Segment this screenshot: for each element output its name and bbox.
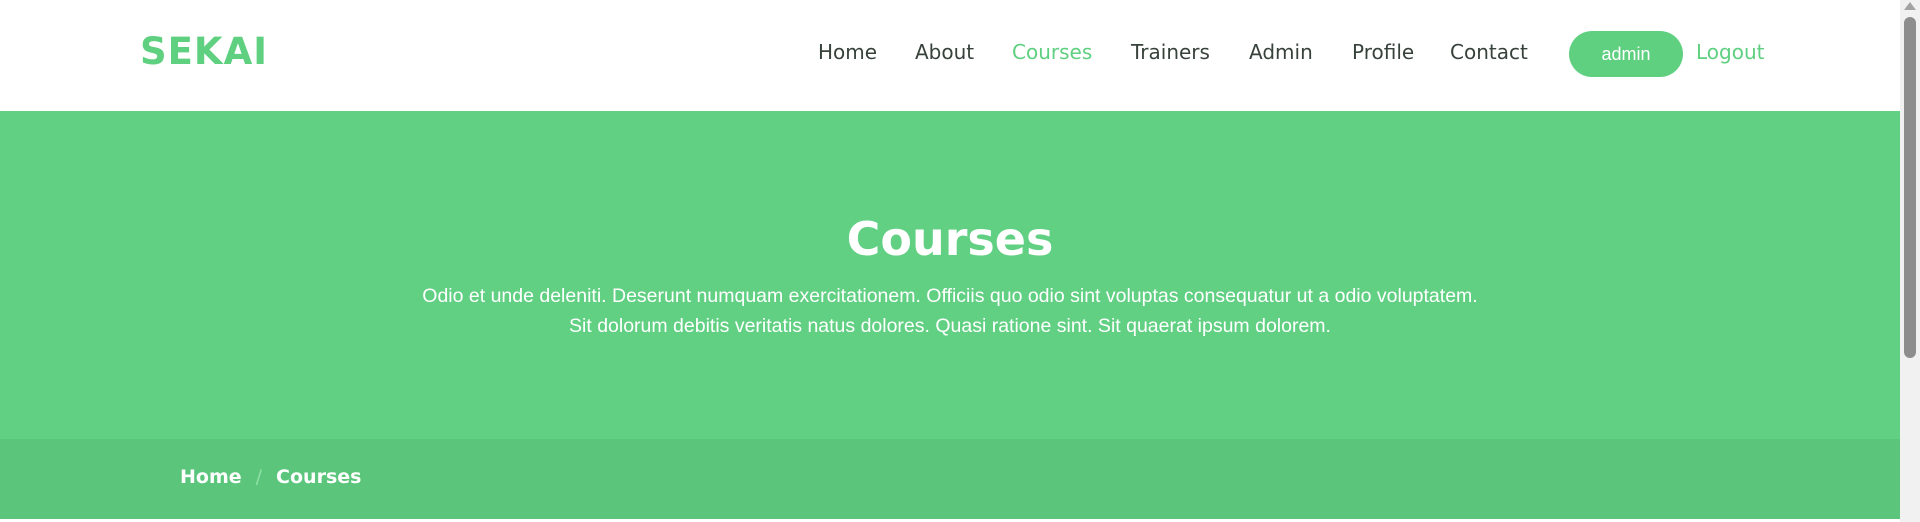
logout-link[interactable]: Logout	[1696, 40, 1764, 64]
user-button[interactable]: admin	[1569, 31, 1683, 77]
breadcrumb-separator: /	[255, 466, 263, 488]
breadcrumb-home[interactable]: Home	[180, 466, 242, 488]
scrollbar-thumb[interactable]	[1904, 17, 1916, 358]
breadcrumb: Home / Courses	[180, 466, 361, 488]
nav-trainers[interactable]: Trainers	[1131, 40, 1210, 64]
breadcrumb-current: Courses	[276, 466, 362, 488]
nav-admin[interactable]: Admin	[1249, 40, 1313, 64]
scroll-up-arrow-icon[interactable]	[1904, 2, 1916, 10]
page-description: Odio et unde deleniti. Deserunt numquam …	[422, 285, 1478, 337]
nav-contact[interactable]: Contact	[1450, 40, 1528, 64]
page-hero: Courses Odio et unde deleniti. Deserunt …	[0, 111, 1900, 439]
nav-profile[interactable]: Profile	[1352, 40, 1414, 64]
nav-home[interactable]: Home	[818, 40, 877, 64]
nav-about[interactable]: About	[915, 40, 974, 64]
breadcrumb-bar: Home / Courses	[0, 439, 1900, 519]
nav-courses[interactable]: Courses	[1012, 40, 1092, 64]
page-title: Courses	[846, 212, 1054, 266]
main-nav: Home About Courses Trainers Admin Profil…	[0, 0, 1900, 111]
page-scrollbar[interactable]	[1900, 0, 1920, 522]
site-header: SEKAI Home About Courses Trainers Admin …	[0, 0, 1900, 111]
